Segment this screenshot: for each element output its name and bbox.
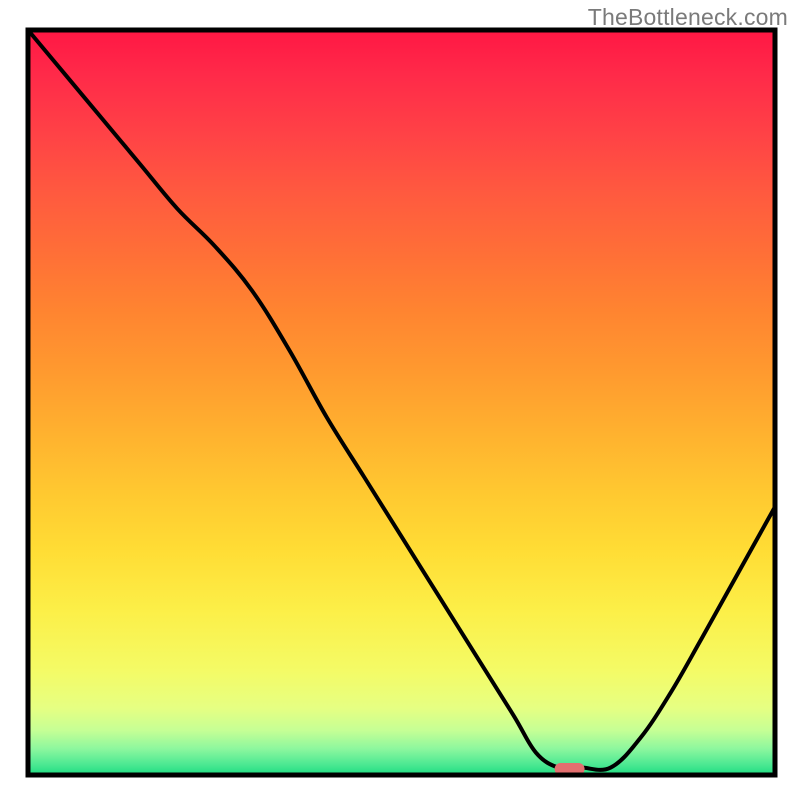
- bottleneck-chart: [0, 0, 800, 800]
- gradient-background: [28, 30, 775, 775]
- chart-container: TheBottleneck.com: [0, 0, 800, 800]
